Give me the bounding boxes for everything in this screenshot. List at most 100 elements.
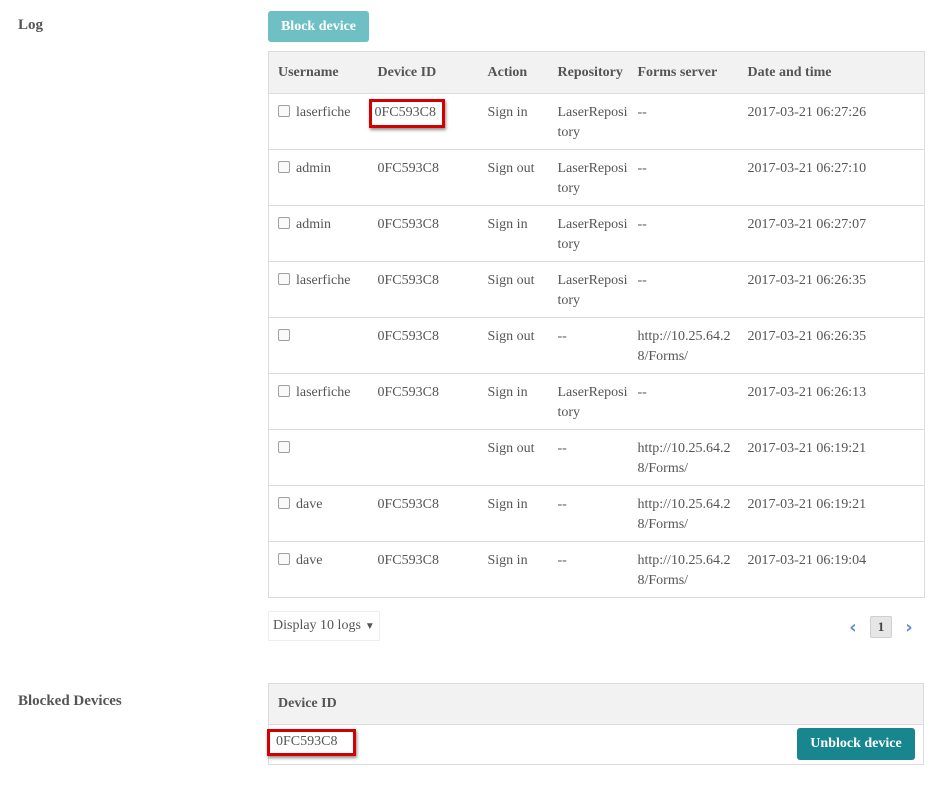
device-id-text: 0FC593C8 bbox=[377, 273, 439, 288]
log-section-label: Log bbox=[18, 17, 44, 33]
table-row[interactable]: dave 0FC593C8 Sign in -- http://10.25.64.28/… bbox=[268, 485, 925, 542]
username-cell: admin bbox=[268, 205, 369, 262]
username-text: dave bbox=[296, 497, 323, 512]
forms-server-cell: -- bbox=[628, 373, 739, 430]
username-text: laserfiche bbox=[296, 273, 351, 288]
forms-server-cell: http://10.25.64.28/Forms/ bbox=[628, 485, 739, 542]
block-device-button[interactable]: Block device bbox=[268, 11, 369, 42]
table-row[interactable]: admin 0FC593C8 Sign out LaserRepository -- 20… bbox=[268, 149, 925, 206]
action-cell: Sign out bbox=[478, 429, 549, 486]
row-checkbox[interactable] bbox=[278, 441, 290, 453]
table-row[interactable]: laserfiche 0FC593C8 Sign in LaserRepository… bbox=[268, 373, 925, 430]
table-row[interactable]: Sign out -- http://10.25.64.28/Forms/2017-… bbox=[268, 429, 925, 486]
device-id-text: 0FC593C8 bbox=[377, 385, 439, 400]
unblock-device-button[interactable]: Unblock device bbox=[797, 728, 915, 760]
row-checkbox[interactable] bbox=[278, 273, 290, 285]
datetime-cell: 2017-03-21 06:26:13 bbox=[738, 373, 925, 430]
row-checkbox[interactable] bbox=[278, 217, 290, 229]
col-device-id-header[interactable]: Device ID bbox=[368, 51, 479, 94]
row-checkbox[interactable] bbox=[278, 497, 290, 509]
username-cell: admin bbox=[268, 149, 369, 206]
username-text: dave bbox=[296, 553, 323, 568]
username-text: admin bbox=[296, 217, 331, 232]
action-cell: Sign in bbox=[478, 373, 549, 430]
forms-server-cell: -- bbox=[628, 93, 739, 150]
row-checkbox[interactable] bbox=[278, 161, 290, 173]
table-row[interactable]: admin 0FC593C8 Sign in LaserRepository -- 201… bbox=[268, 205, 925, 262]
row-checkbox[interactable] bbox=[278, 553, 290, 565]
row-checkbox[interactable] bbox=[278, 105, 290, 117]
device-id-text: 0FC593C8 bbox=[377, 329, 439, 344]
datetime-cell: 2017-03-21 06:27:26 bbox=[738, 93, 925, 150]
device-id-text: 0FC593C8 bbox=[377, 553, 439, 568]
action-cell: Sign out bbox=[478, 261, 549, 318]
username-cell: dave bbox=[268, 485, 369, 542]
action-cell: Sign in bbox=[478, 93, 549, 150]
table-row[interactable]: laserfiche 0FC593C8 Sign in LaserRepository… bbox=[268, 93, 925, 150]
repository-cell: LaserRepository bbox=[548, 373, 629, 430]
device-id-cell: 0FC593C8 bbox=[368, 485, 479, 542]
repository-cell: -- bbox=[548, 485, 629, 542]
datetime-cell: 2017-03-21 06:26:35 bbox=[738, 317, 925, 374]
col-forms-server-header[interactable]: Forms server bbox=[628, 51, 739, 94]
log-table-header: Username Device ID Action Repository For… bbox=[268, 51, 925, 94]
username-cell: dave bbox=[268, 541, 369, 598]
username-text: laserfiche bbox=[296, 105, 351, 120]
device-id-cell: 0FC593C8 bbox=[368, 261, 479, 318]
page-number-button[interactable]: 1 bbox=[870, 616, 892, 638]
forms-server-cell: http://10.25.64.28/Forms/ bbox=[628, 429, 739, 486]
display-count-label: Display 10 logs bbox=[273, 618, 361, 633]
col-username-header[interactable]: Username bbox=[268, 51, 369, 94]
datetime-cell: 2017-03-21 06:26:35 bbox=[738, 261, 925, 318]
device-id-cell: 0FC593C8 bbox=[368, 373, 479, 430]
table-row[interactable]: dave 0FC593C8 Sign in -- http://10.25.64.28/… bbox=[268, 541, 925, 598]
table-row[interactable]: 0FC593C8 Sign out -- http://10.25.64.28/For… bbox=[268, 317, 925, 374]
action-cell: Sign out bbox=[478, 149, 549, 206]
col-action-header[interactable]: Action bbox=[478, 51, 549, 94]
username-cell: laserfiche bbox=[268, 373, 369, 430]
device-id-cell: 0FC593C8 bbox=[368, 317, 479, 374]
forms-server-cell: -- bbox=[628, 205, 739, 262]
repository-cell: LaserRepository bbox=[548, 149, 629, 206]
row-checkbox[interactable] bbox=[278, 385, 290, 397]
row-checkbox[interactable] bbox=[278, 329, 290, 341]
action-cell: Sign in bbox=[478, 541, 549, 598]
device-id-cell: 0FC593C8 bbox=[368, 93, 479, 150]
action-cell: Sign in bbox=[478, 485, 549, 542]
blocked-device-id-header: Device ID bbox=[269, 684, 923, 725]
device-id-text: 0FC593C8 bbox=[377, 161, 439, 176]
display-count-select[interactable]: Display 10 logs ▼ bbox=[268, 611, 380, 641]
datetime-cell: 2017-03-21 06:19:21 bbox=[738, 429, 925, 486]
datetime-cell: 2017-03-21 06:27:10 bbox=[738, 149, 925, 206]
forms-server-cell: http://10.25.64.28/Forms/ bbox=[628, 317, 739, 374]
log-table: Username Device ID Action Repository For… bbox=[268, 51, 925, 598]
forms-server-cell: -- bbox=[628, 261, 739, 318]
action-cell: Sign in bbox=[478, 205, 549, 262]
forms-server-cell: http://10.25.64.28/Forms/ bbox=[628, 541, 739, 598]
username-cell bbox=[268, 429, 369, 486]
repository-cell: LaserRepository bbox=[548, 93, 629, 150]
blocked-device-id[interactable]: 0FC593C8 bbox=[267, 729, 357, 756]
repository-cell: LaserRepository bbox=[548, 261, 629, 318]
col-datetime-header[interactable]: Date and time bbox=[738, 51, 925, 94]
repository-cell: LaserRepository bbox=[548, 205, 629, 262]
repository-cell: -- bbox=[548, 429, 629, 486]
col-repository-header[interactable]: Repository bbox=[548, 51, 629, 94]
device-id-cell: 0FC593C8 bbox=[368, 149, 479, 206]
chevron-left-icon[interactable]: ‹ bbox=[846, 617, 860, 638]
datetime-cell: 2017-03-21 06:19:21 bbox=[738, 485, 925, 542]
action-cell: Sign out bbox=[478, 317, 549, 374]
device-id-cell: 0FC593C8 bbox=[368, 541, 479, 598]
device-id-text: 0FC593C8 bbox=[368, 99, 445, 128]
username-cell: laserfiche bbox=[268, 261, 369, 318]
device-id-text: 0FC593C8 bbox=[377, 217, 439, 232]
device-id-cell bbox=[368, 429, 479, 486]
username-text: laserfiche bbox=[296, 385, 351, 400]
blocked-devices-label: Blocked Devices bbox=[18, 693, 122, 709]
datetime-cell: 2017-03-21 06:27:07 bbox=[738, 205, 925, 262]
username-cell bbox=[268, 317, 369, 374]
table-row[interactable]: laserfiche 0FC593C8 Sign out LaserRepositor… bbox=[268, 261, 925, 318]
repository-cell: -- bbox=[548, 541, 629, 598]
chevron-right-icon[interactable]: › bbox=[902, 617, 916, 638]
device-id-text: 0FC593C8 bbox=[377, 497, 439, 512]
